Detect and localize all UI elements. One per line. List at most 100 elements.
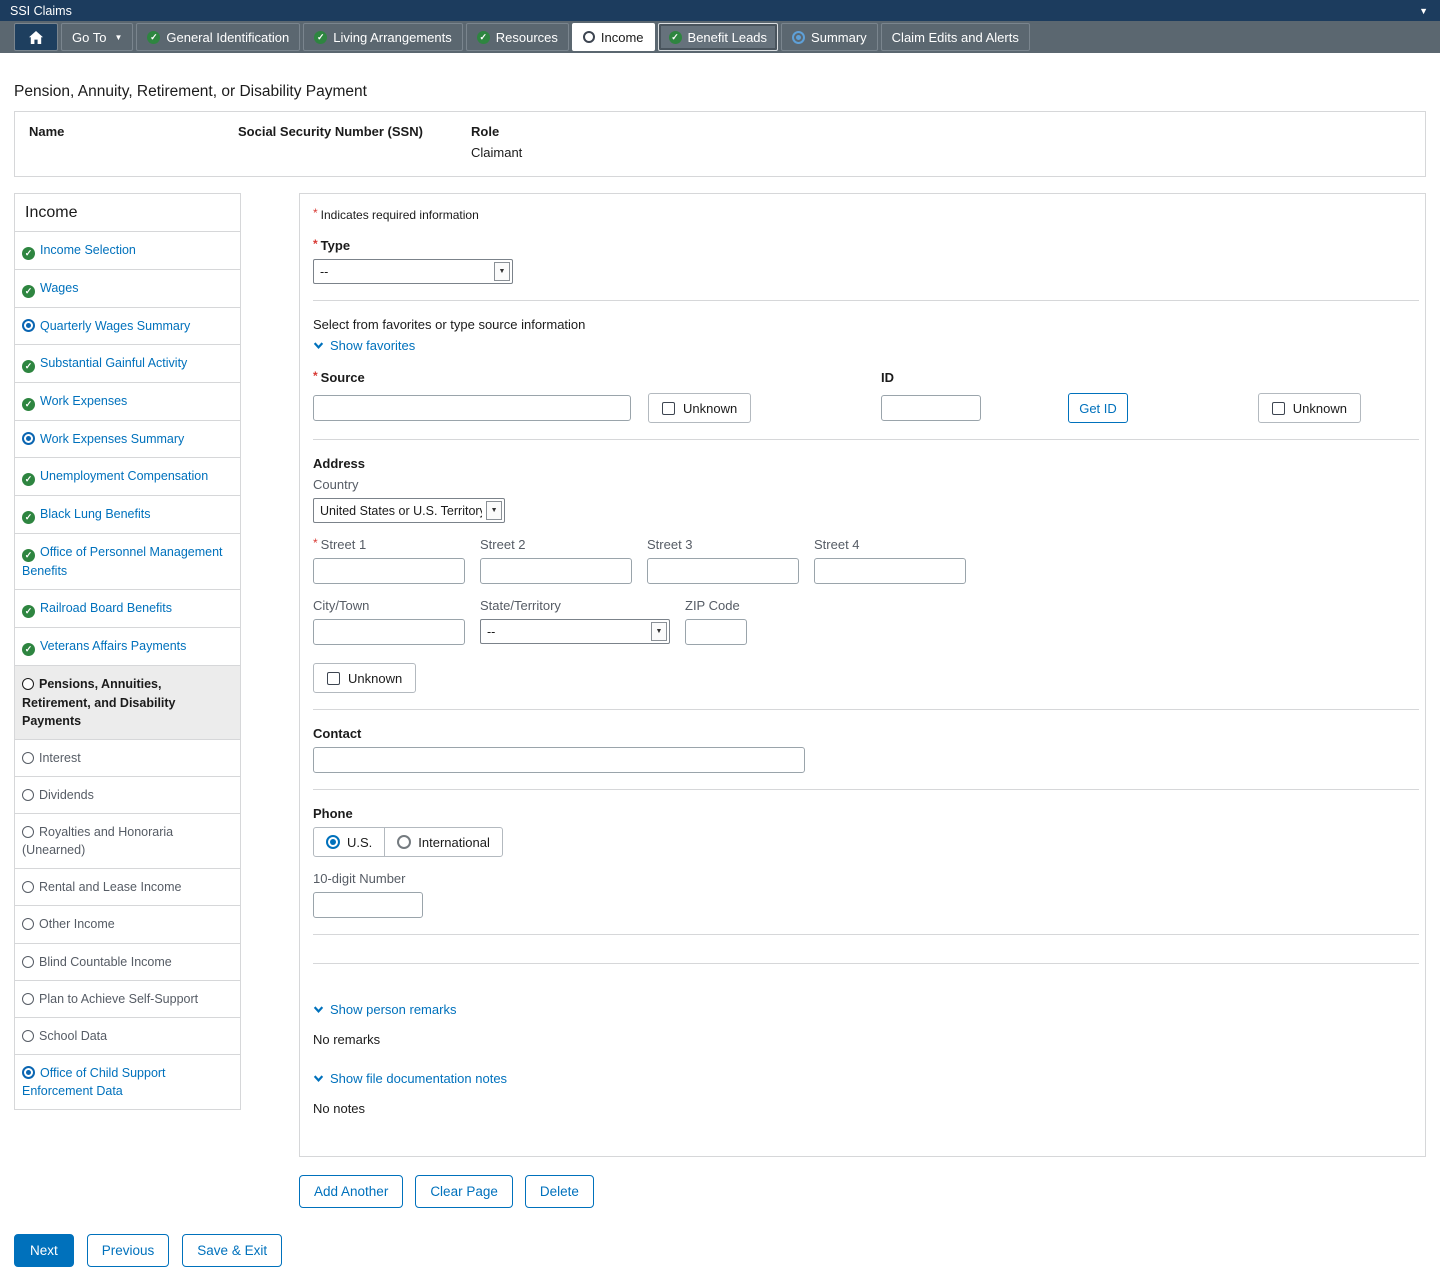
checkbox-icon xyxy=(327,672,340,685)
street-row: *Street 1 Street 2 Street 3 Street 4 xyxy=(313,537,1419,584)
zip-input[interactable] xyxy=(685,619,747,645)
street1-input[interactable] xyxy=(313,558,465,584)
divider xyxy=(313,963,1419,964)
complete-icon: ✓ xyxy=(22,511,35,524)
home-button[interactable] xyxy=(14,23,58,51)
file-notes-value: No notes xyxy=(313,1101,1419,1116)
tab-general-identification[interactable]: ✓ General Identification xyxy=(136,23,300,51)
complete-icon: ✓ xyxy=(314,31,327,44)
divider xyxy=(313,709,1419,710)
source-id-labels: *Source ID xyxy=(313,370,1419,387)
source-input[interactable] xyxy=(313,395,631,421)
show-favorites-link[interactable]: Show favorites xyxy=(313,338,415,353)
clear-page-button[interactable]: Clear Page xyxy=(415,1175,513,1208)
home-icon xyxy=(28,30,44,45)
sidebar-item-wages[interactable]: ✓Wages xyxy=(15,269,240,307)
complete-icon: ✓ xyxy=(22,605,35,618)
type-select[interactable]: -- ▼ xyxy=(313,259,513,284)
sidebar-item-pensions-annuities-retirement-disability[interactable]: Pensions, Annuities, Retirement, and Dis… xyxy=(15,665,240,738)
sidebar-item-work-expenses-summary[interactable]: Work Expenses Summary xyxy=(15,420,240,457)
save-exit-button[interactable]: Save & Exit xyxy=(182,1234,282,1267)
sidebar-item-blind-countable-income[interactable]: Blind Countable Income xyxy=(15,943,240,980)
id-label: ID xyxy=(881,370,894,385)
role-value: Claimant xyxy=(471,145,1411,160)
page-title: Pension, Annuity, Retirement, or Disabil… xyxy=(14,83,1426,101)
sidebar-item-label: Office of Child Support Enforcement Data xyxy=(22,1066,166,1098)
sidebar-item-railroad-board-benefits[interactable]: ✓ Railroad Board Benefits xyxy=(15,589,240,627)
show-person-remarks-link[interactable]: Show person remarks xyxy=(313,1002,456,1017)
address-heading: Address xyxy=(313,456,1419,471)
sidebar-item-label: Black Lung Benefits xyxy=(40,507,151,521)
street4-input[interactable] xyxy=(814,558,966,584)
sidebar-item-label: Office of Personnel Management Benefits xyxy=(22,545,223,578)
sidebar-item-other-income[interactable]: Other Income xyxy=(15,905,240,942)
tab-label: Resources xyxy=(496,30,558,45)
ssn-label: Social Security Number (SSN) xyxy=(238,124,471,139)
sidebar-item-income-selection[interactable]: ✓Income Selection xyxy=(15,231,240,269)
tab-benefit-leads[interactable]: ✓ Benefit Leads xyxy=(658,23,779,51)
country-select[interactable]: United States or U.S. Territory ▼ xyxy=(313,498,505,523)
sidebar-item-rental-and-lease-income[interactable]: Rental and Lease Income xyxy=(15,868,240,905)
sidebar-item-substantial-gainful-activity[interactable]: ✓Substantial Gainful Activity xyxy=(15,344,240,382)
sidebar-item-unemployment-compensation[interactable]: ✓Unemployment Compensation xyxy=(15,457,240,495)
delete-button[interactable]: Delete xyxy=(525,1175,594,1208)
tab-label: Summary xyxy=(811,30,867,45)
phone-number-label: 10-digit Number xyxy=(313,871,1419,886)
required-asterisk: * xyxy=(313,206,318,220)
contact-input[interactable] xyxy=(313,747,805,773)
not-started-circle-icon xyxy=(22,789,34,801)
sidebar-item-school-data[interactable]: School Data xyxy=(15,1017,240,1054)
previous-button[interactable]: Previous xyxy=(87,1234,170,1267)
city-input[interactable] xyxy=(313,619,465,645)
sidebar-item-office-of-child-support-enforcement-data[interactable]: Office of Child Support Enforcement Data xyxy=(15,1054,240,1109)
sidebar-item-royalties-and-honoraria[interactable]: Royalties and Honoraria (Unearned) xyxy=(15,813,240,868)
next-button[interactable]: Next xyxy=(14,1234,74,1267)
in-progress-circle-icon xyxy=(583,31,595,43)
sidebar-item-quarterly-wages-summary[interactable]: Quarterly Wages Summary xyxy=(15,307,240,344)
street4-label: Street 4 xyxy=(814,537,966,552)
address-unknown-checkbox[interactable]: Unknown xyxy=(313,663,416,693)
sidebar-title: Income xyxy=(15,194,240,231)
id-unknown-checkbox[interactable]: Unknown xyxy=(1258,393,1361,423)
get-id-button[interactable]: Get ID xyxy=(1068,393,1128,423)
tab-living-arrangements[interactable]: ✓ Living Arrangements xyxy=(303,23,463,51)
tab-resources[interactable]: ✓ Resources xyxy=(466,23,569,51)
chevron-down-icon xyxy=(313,1073,324,1084)
sidebar-item-label: Railroad Board Benefits xyxy=(40,601,172,615)
sidebar-item-black-lung-benefits[interactable]: ✓ Black Lung Benefits xyxy=(15,495,240,533)
sidebar-item-veterans-affairs-payments[interactable]: ✓Veterans Affairs Payments xyxy=(15,627,240,665)
show-file-notes-link[interactable]: Show file documentation notes xyxy=(313,1071,507,1086)
sidebar-item-interest[interactable]: Interest xyxy=(15,739,240,776)
tab-claim-edits-and-alerts[interactable]: Claim Edits and Alerts xyxy=(881,23,1030,51)
add-another-button[interactable]: Add Another xyxy=(299,1175,403,1208)
sidebar-item-dividends[interactable]: Dividends xyxy=(15,776,240,813)
in-progress-icon xyxy=(792,31,805,44)
state-label: State/Territory xyxy=(480,598,670,613)
phone-us-option[interactable]: U.S. xyxy=(314,828,384,856)
state-select[interactable]: -- ▼ xyxy=(480,619,670,644)
primary-nav: Go To ▼ ✓ General Identification ✓ Livin… xyxy=(0,21,1440,53)
source-unknown-checkbox[interactable]: Unknown xyxy=(648,393,751,423)
phone-international-option[interactable]: International xyxy=(384,828,502,856)
sidebar-item-office-of-personnel-management-benefits[interactable]: ✓Office of Personnel Management Benefits xyxy=(15,533,240,589)
required-asterisk: * xyxy=(313,237,318,251)
phone-number-input[interactable] xyxy=(313,892,423,918)
tab-summary[interactable]: Summary xyxy=(781,23,878,51)
id-input[interactable] xyxy=(881,395,981,421)
country-label: Country xyxy=(313,477,1419,492)
titlebar-caret-down-icon[interactable]: ▼ xyxy=(1419,6,1428,16)
caret-down-icon: ▼ xyxy=(114,33,122,42)
sidebar-item-plan-to-achieve-self-support[interactable]: Plan to Achieve Self-Support xyxy=(15,980,240,1017)
nav-tabs: ✓ General Identification ✓ Living Arrang… xyxy=(136,23,1029,51)
tab-income[interactable]: Income xyxy=(572,23,655,51)
street3-input[interactable] xyxy=(647,558,799,584)
person-remarks-value: No remarks xyxy=(313,1032,1419,1047)
sidebar-item-work-expenses[interactable]: ✓Work Expenses xyxy=(15,382,240,420)
goto-dropdown[interactable]: Go To ▼ xyxy=(61,23,133,51)
street2-input[interactable] xyxy=(480,558,632,584)
not-started-circle-icon xyxy=(22,993,34,1005)
income-sidebar: Income ✓Income Selection ✓Wages Quarterl… xyxy=(14,193,241,1110)
tab-label: Benefit Leads xyxy=(688,30,768,45)
country-select-value: United States or U.S. Territory xyxy=(320,504,482,518)
phone-type-toggle: U.S. International xyxy=(313,827,503,857)
